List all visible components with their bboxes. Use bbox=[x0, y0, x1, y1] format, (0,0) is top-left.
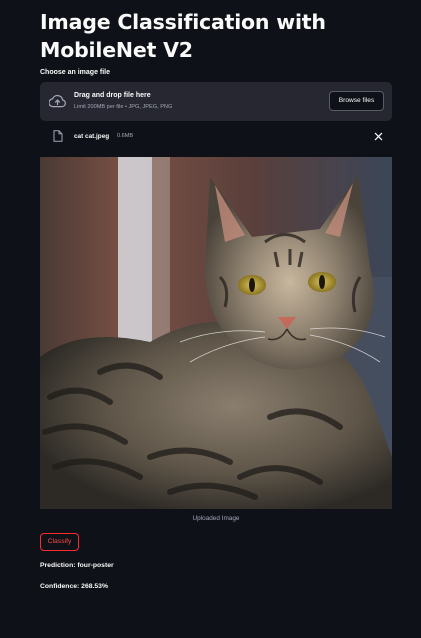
file-icon bbox=[53, 130, 63, 142]
cat-photo bbox=[40, 157, 392, 509]
page-title: Image Classification with MobileNet V2 bbox=[40, 10, 326, 62]
uploaded-file-row: cat cat.jpeg 0.6MB bbox=[40, 128, 392, 146]
confidence-text: Confidence: 268.53% bbox=[40, 583, 108, 590]
uploaded-image bbox=[40, 157, 392, 509]
file-uploader-label: Choose an image file bbox=[40, 69, 111, 76]
dropzone-limits: Limit 200MB per file • JPG, JPEG, PNG bbox=[74, 104, 173, 110]
uploaded-file-size: 0.6MB bbox=[117, 133, 134, 139]
image-caption: Uploaded Image bbox=[192, 515, 240, 522]
cloud-upload-icon bbox=[49, 94, 66, 108]
classify-button[interactable]: Classify bbox=[40, 533, 79, 551]
browse-files-button[interactable]: Browse files bbox=[329, 91, 384, 111]
file-dropzone[interactable]: Drag and drop file here Limit 200MB per … bbox=[40, 82, 392, 121]
uploaded-file-name: cat cat.jpeg bbox=[74, 133, 110, 140]
dropzone-title: Drag and drop file here bbox=[74, 92, 151, 99]
close-icon[interactable] bbox=[374, 132, 383, 141]
prediction-text: Prediction: four-poster bbox=[40, 562, 114, 569]
